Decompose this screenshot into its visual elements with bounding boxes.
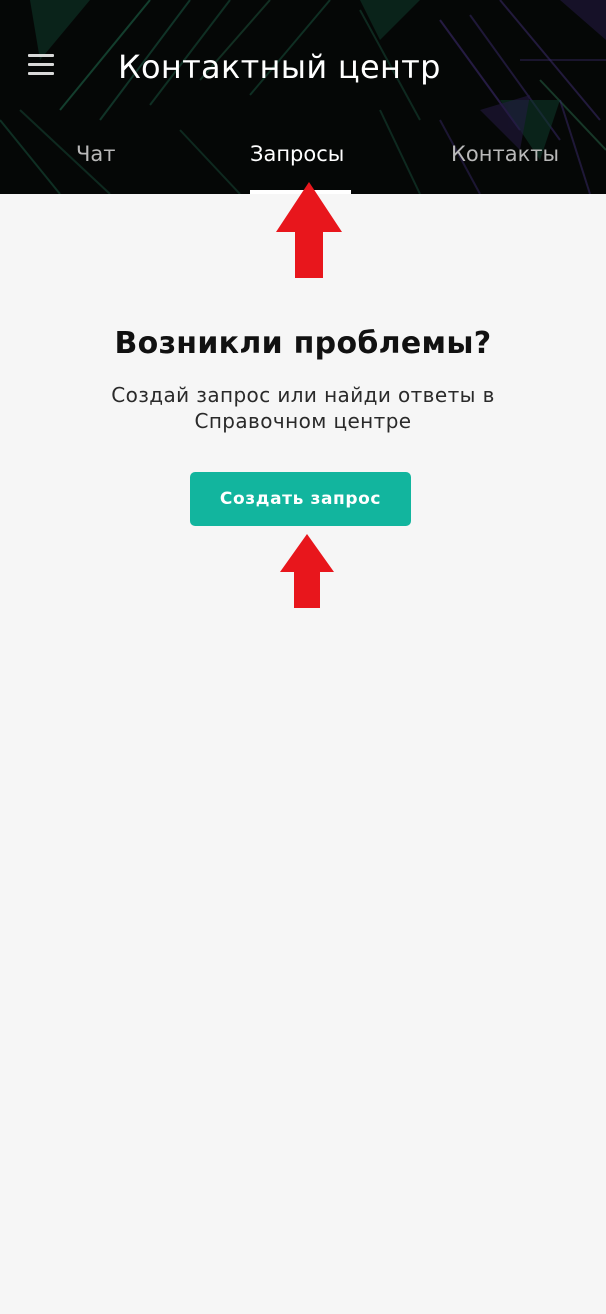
contact-center-screen: Контактный центр Чат Запросы Контакты Во… [0, 0, 606, 1314]
tab-requests[interactable]: Запросы [250, 142, 344, 166]
up-arrow-icon [280, 534, 334, 608]
app-header: Контактный центр Чат Запросы Контакты [0, 0, 606, 194]
empty-state-subtitle: Создай запрос или найди ответы в Справоч… [111, 383, 495, 433]
empty-state-title: Возникли проблемы? [114, 326, 492, 361]
hamburger-menu-icon[interactable] [28, 52, 56, 78]
page-title: Контактный центр [118, 48, 441, 86]
tab-chat[interactable]: Чат [76, 142, 116, 166]
create-request-button[interactable]: Создать запрос [190, 472, 411, 526]
up-arrow-icon [276, 182, 342, 278]
tab-contacts[interactable]: Контакты [451, 142, 559, 166]
